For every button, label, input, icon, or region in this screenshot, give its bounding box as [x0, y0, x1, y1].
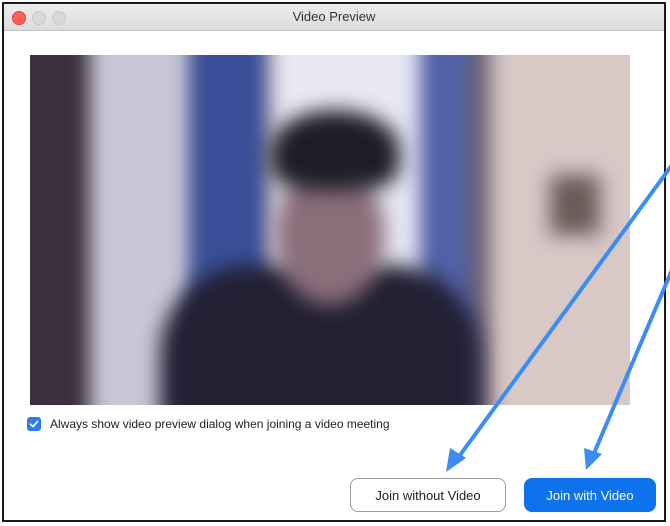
always-show-preview-checkbox[interactable] — [27, 417, 41, 431]
camera-preview — [30, 55, 630, 405]
person-hair — [270, 110, 400, 190]
window-title: Video Preview — [292, 9, 376, 24]
background-door-shadow — [550, 175, 600, 235]
always-show-preview-label: Always show video preview dialog when jo… — [50, 417, 390, 431]
join-with-video-button[interactable]: Join with Video — [524, 478, 656, 512]
checkmark-icon — [29, 420, 39, 428]
title-bar: Video Preview — [4, 4, 664, 31]
video-preview-window: Video Preview Always show video preview … — [2, 2, 666, 522]
join-without-video-button[interactable]: Join without Video — [350, 478, 506, 512]
always-show-preview-option[interactable]: Always show video preview dialog when jo… — [27, 414, 390, 434]
